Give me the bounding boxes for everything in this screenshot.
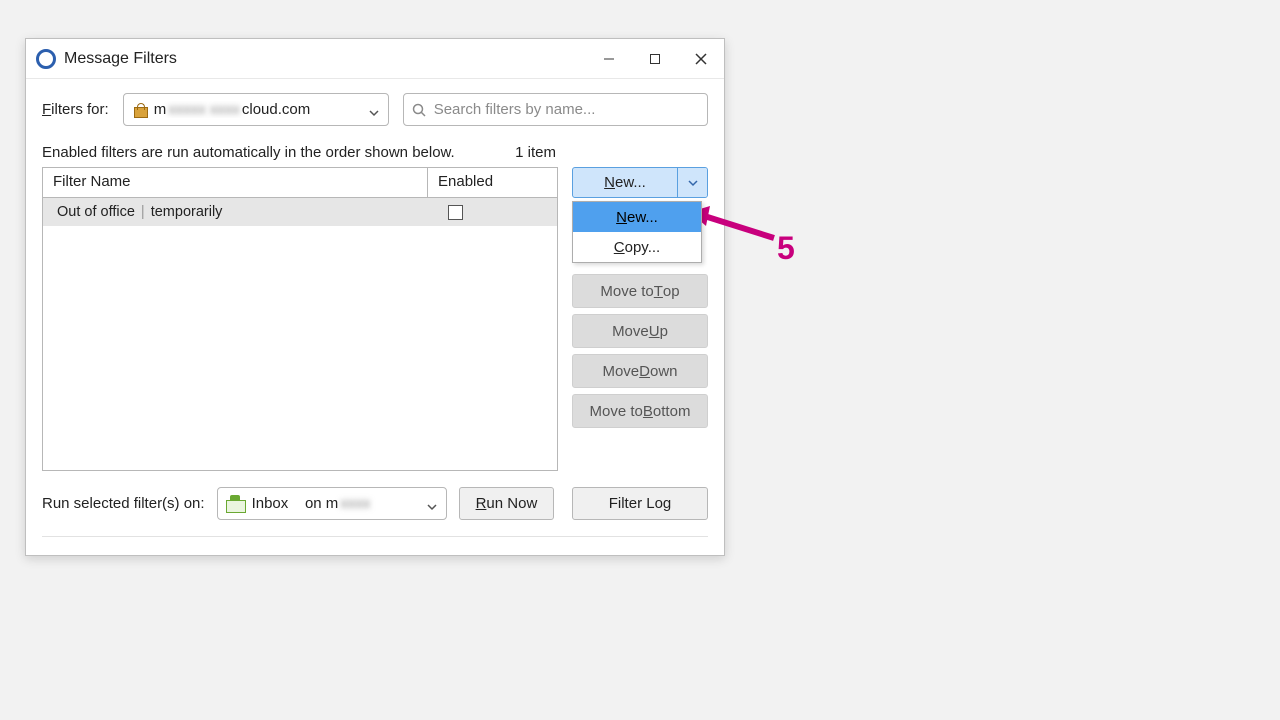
new-dropdown-toggle[interactable] [677, 168, 707, 197]
search-field-wrap [403, 93, 708, 126]
account-value: mxxxxx xxxxcloud.com [154, 101, 311, 118]
account-dropdown[interactable]: mxxxxx xxxxcloud.com [123, 93, 389, 126]
minimize-button[interactable] [586, 39, 632, 79]
run-folder-value: Inbox on mxxxx [252, 495, 373, 512]
move-to-bottom-button[interactable]: Move to Bottom [572, 394, 708, 428]
header-filter-name[interactable]: Filter Name [43, 168, 428, 198]
chevron-down-icon [369, 105, 379, 115]
move-to-top-button[interactable]: Move to Top [572, 274, 708, 308]
menu-item-copy[interactable]: Copy... [573, 232, 701, 262]
run-now-button[interactable]: Run Now [459, 487, 555, 520]
enabled-checkbox[interactable] [448, 205, 463, 220]
titlebar: Message Filters [26, 39, 724, 79]
filter-log-button[interactable]: Filter Log [572, 487, 708, 520]
message-filters-window: Message Filters Filters for: mxxxxx xxxx… [25, 38, 725, 556]
item-count: 1 item [515, 144, 556, 161]
new-button[interactable]: New... [573, 168, 677, 197]
search-icon [412, 103, 426, 117]
chevron-down-icon [427, 499, 437, 509]
run-folder-dropdown[interactable]: Inbox on mxxxx [217, 487, 447, 520]
move-up-button[interactable]: Move Up [572, 314, 708, 348]
menu-item-new[interactable]: New... [573, 202, 701, 232]
window-controls [586, 39, 724, 79]
inbox-icon [226, 497, 244, 511]
new-split-button[interactable]: New... [572, 167, 708, 198]
filters-table: Filter Name Enabled Out of office|tempor… [42, 167, 558, 471]
filters-for-label: Filters for: [42, 101, 109, 118]
header-enabled[interactable]: Enabled [428, 168, 557, 198]
close-button[interactable] [678, 39, 724, 79]
lock-icon [132, 103, 148, 117]
app-icon [36, 49, 56, 69]
enabled-cell [428, 205, 557, 220]
maximize-button[interactable] [632, 39, 678, 79]
separator [42, 536, 708, 537]
info-text: Enabled filters are run automatically in… [42, 144, 455, 161]
new-dropdown-menu: New... Copy... [572, 201, 702, 263]
move-down-button[interactable]: Move Down [572, 354, 708, 388]
annotation-step-number: 5 [777, 230, 795, 267]
filter-name-cell: Out of office|temporarily [43, 204, 428, 220]
window-title: Message Filters [64, 50, 177, 68]
table-row[interactable]: Out of office|temporarily [43, 198, 557, 226]
run-on-label: Run selected filter(s) on: [42, 495, 205, 512]
search-input[interactable] [403, 93, 708, 126]
